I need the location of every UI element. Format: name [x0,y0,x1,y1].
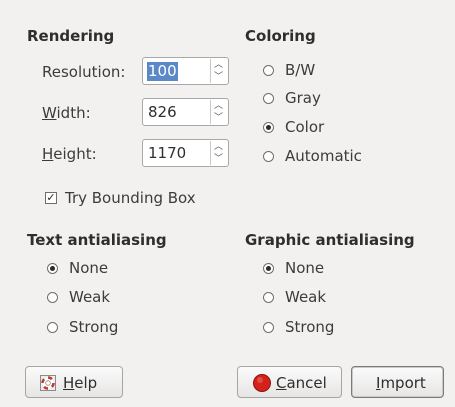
height-spinbutton[interactable]: 1170 ︿ ﹀ [142,139,229,167]
height-label: Height: [42,145,97,163]
resolution-spin-arrows[interactable]: ︿ ﹀ [210,59,227,83]
text-aa-option-strong[interactable]: Strong [47,318,147,340]
text-aa-option-weak[interactable]: Weak [47,288,147,310]
spin-down-icon[interactable]: ﹀ [214,72,223,83]
spin-up-icon[interactable]: ︿ [214,142,223,153]
spin-down-icon[interactable]: ﹀ [214,154,223,165]
radio-icon[interactable] [263,292,274,303]
coloring-option-automatic[interactable]: Automatic [263,147,393,169]
radio-selected-icon[interactable] [263,263,274,274]
height-value[interactable]: 1170 [147,144,187,163]
radio-icon[interactable] [263,65,274,76]
radio-selected-icon[interactable] [263,122,274,133]
import-button[interactable]: Import [351,366,444,398]
coloring-title: Coloring [245,27,316,45]
width-label: Width: [42,104,91,122]
height-spin-arrows[interactable]: ︿ ﹀ [210,141,227,165]
rendering-title: Rendering [27,27,115,45]
graphic-antialiasing-title: Graphic antialiasing [245,231,415,249]
cancel-label: Cancel [276,374,327,392]
width-value[interactable]: 826 [147,103,178,122]
coloring-option-color[interactable]: Color [263,118,383,140]
text-aa-option-none[interactable]: None [47,259,147,281]
resolution-label: Resolution: [42,63,126,81]
radio-selected-icon[interactable] [47,263,58,274]
coloring-option-gray[interactable]: Gray [263,89,383,111]
radio-icon[interactable] [47,292,58,303]
graphic-aa-option-none[interactable]: None [263,259,363,281]
spin-down-icon[interactable]: ﹀ [214,113,223,124]
graphic-aa-option-weak[interactable]: Weak [263,288,363,310]
width-spinbutton[interactable]: 826 ︿ ﹀ [142,98,229,126]
text-antialiasing-title: Text antialiasing [27,231,167,249]
cancel-stop-icon [253,374,271,392]
checkmark-icon[interactable]: ✓ [45,192,57,204]
radio-icon[interactable] [263,93,274,104]
resolution-value[interactable]: 100 [147,62,178,81]
spin-up-icon[interactable]: ︿ [214,101,223,112]
import-label: Import [376,374,426,392]
spin-up-icon[interactable]: ︿ [214,60,223,71]
radio-icon[interactable] [263,151,274,162]
graphic-aa-option-strong[interactable]: Strong [263,318,363,340]
try-bounding-box-checkbox[interactable]: ✓ Try Bounding Box [45,189,225,209]
resolution-spinbutton[interactable]: 100 ︿ ﹀ [142,57,229,85]
width-spin-arrows[interactable]: ︿ ﹀ [210,100,227,124]
try-bounding-box-label: Try Bounding Box [65,189,196,207]
cancel-button[interactable]: Cancel [237,366,342,398]
radio-icon[interactable] [263,322,274,333]
help-button[interactable]: Help [25,366,123,398]
help-label: Help [63,374,98,392]
help-lifebuoy-icon [40,375,56,391]
coloring-option-bw[interactable]: B/W [263,61,383,83]
radio-icon[interactable] [47,322,58,333]
